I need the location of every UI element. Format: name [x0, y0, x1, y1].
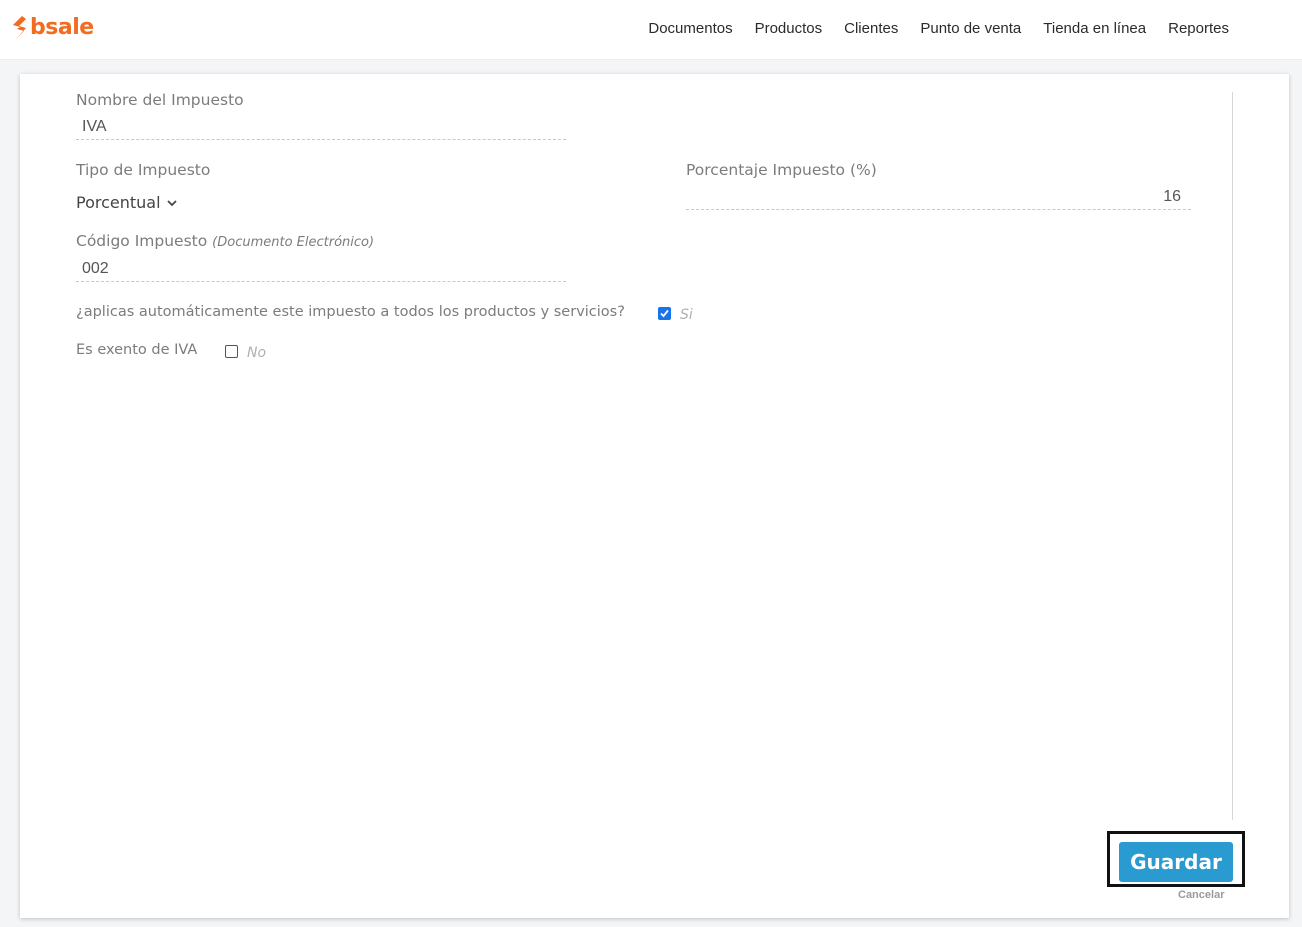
save-button[interactable]: Guardar — [1119, 842, 1233, 882]
codigo-label-text: Código Impuesto — [76, 232, 208, 250]
checkmark-icon — [660, 309, 669, 318]
nav-productos[interactable]: Productos — [755, 19, 823, 38]
codigo-label: Código Impuesto (Documento Electrónico) — [76, 232, 374, 250]
nav-punto-de-venta[interactable]: Punto de venta — [920, 19, 1021, 38]
exento-value: No — [247, 345, 267, 361]
tipo-select-value: Porcentual — [76, 193, 161, 212]
nombre-input[interactable]: IVA — [76, 114, 566, 140]
tipo-select[interactable]: Porcentual — [76, 193, 178, 212]
nav-reportes[interactable]: Reportes — [1168, 19, 1229, 38]
top-navbar: bsale Documentos Productos Clientes Punt… — [0, 0, 1302, 60]
nav-documentos[interactable]: Documentos — [648, 19, 732, 38]
codigo-input[interactable]: 002 — [76, 256, 566, 282]
auto-apply-question: ¿aplicas automáticamente este impuesto a… — [76, 304, 625, 320]
tax-form-card: Nombre del Impuesto IVA Tipo de Impuesto… — [20, 74, 1289, 918]
bsale-logo[interactable]: bsale — [11, 15, 94, 41]
bsale-bolt-icon — [12, 16, 26, 40]
porcentaje-label: Porcentaje Impuesto (%) — [686, 161, 877, 179]
nav-tienda-en-linea[interactable]: Tienda en línea — [1043, 19, 1146, 38]
codigo-label-hint: (Documento Electrónico) — [212, 235, 375, 250]
auto-apply-value: Si — [680, 307, 693, 323]
main-nav: Documentos Productos Clientes Punto de v… — [626, 19, 1229, 38]
nombre-label: Nombre del Impuesto — [76, 91, 244, 109]
logo-text: bsale — [30, 15, 94, 40]
divider — [1232, 92, 1233, 820]
nav-clientes[interactable]: Clientes — [844, 19, 898, 38]
exento-checkbox[interactable] — [225, 345, 238, 358]
chevron-down-icon — [166, 199, 177, 206]
auto-apply-checkbox[interactable] — [658, 307, 671, 320]
exento-label: Es exento de IVA — [76, 342, 198, 358]
cancel-link[interactable]: Cancelar — [1178, 889, 1224, 901]
porcentaje-input[interactable]: 16 — [686, 184, 1191, 210]
tipo-label: Tipo de Impuesto — [76, 161, 211, 179]
